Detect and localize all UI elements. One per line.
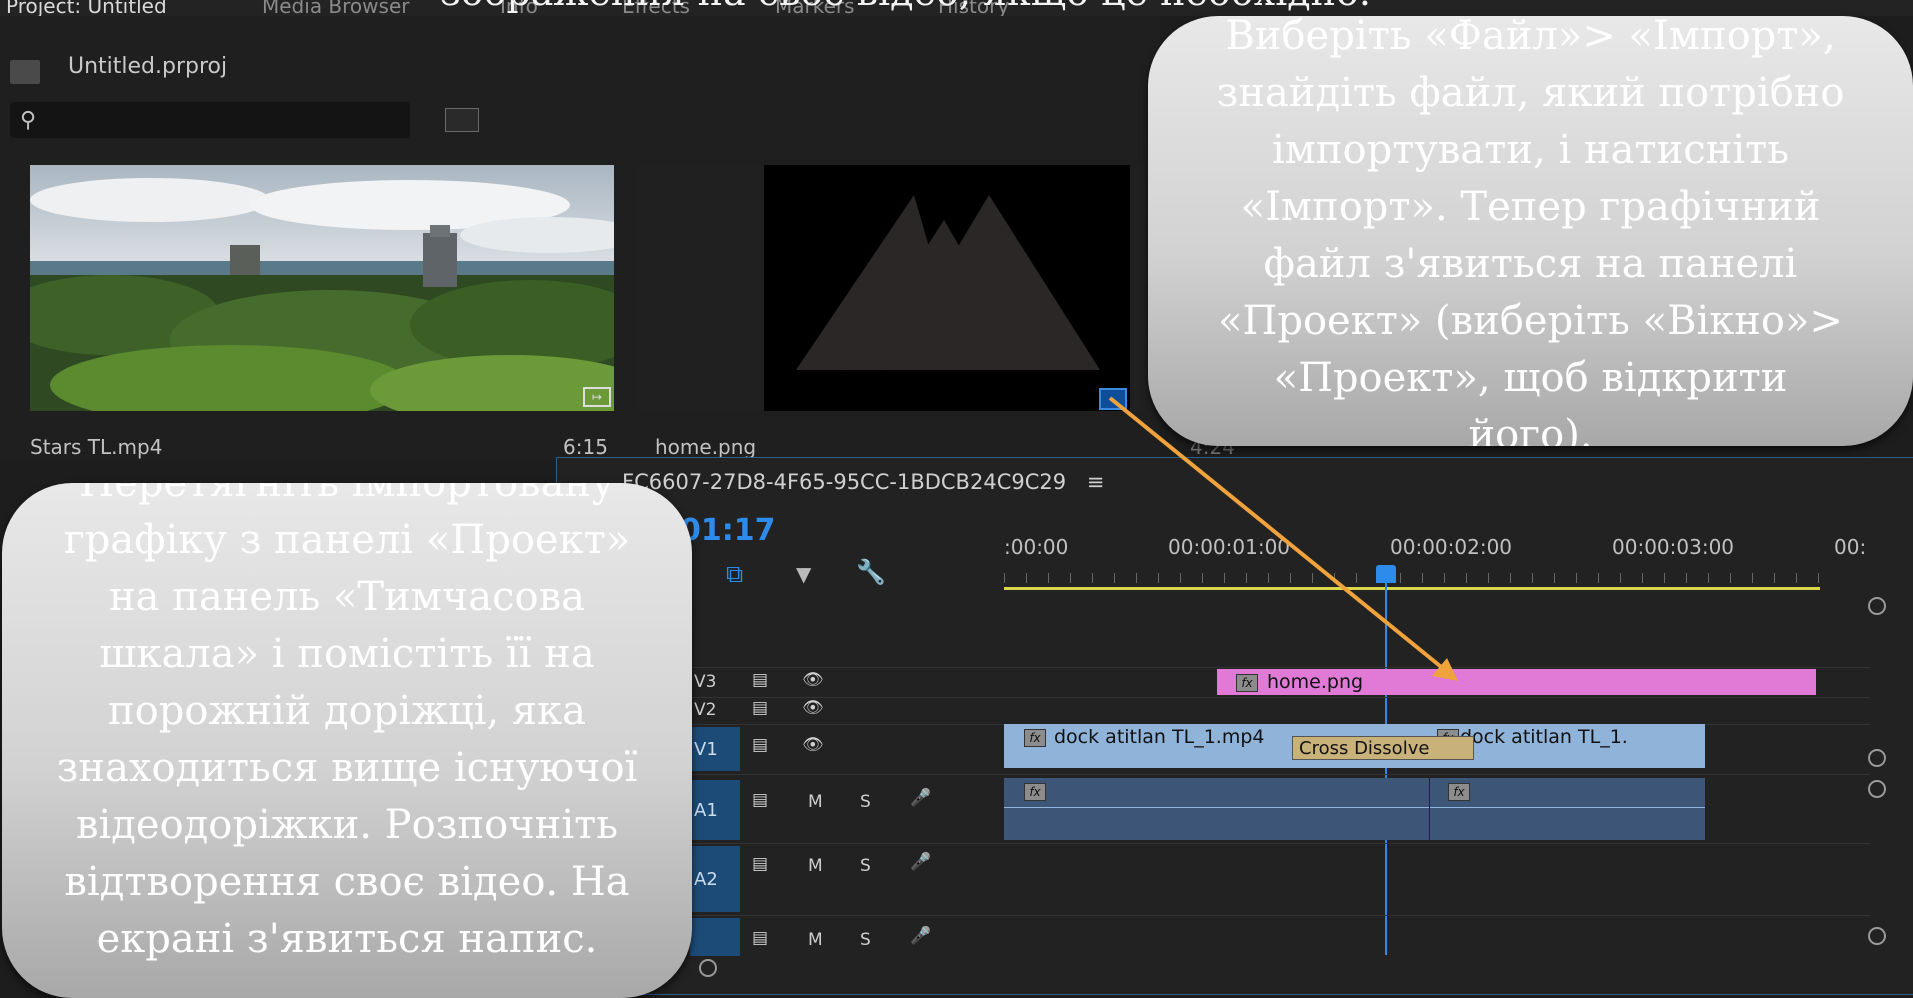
clip-label: home.png: [1267, 671, 1364, 693]
track-divider: [690, 843, 1870, 844]
sequence-name[interactable]: FC6607-27D8-4F65-95CC-1BDCB24C9C29 ≡: [622, 470, 1104, 494]
vertical-zoom-handle[interactable]: [1868, 749, 1886, 767]
track-divider: [690, 697, 1870, 698]
ruler-label: 00:00:02:00: [1390, 535, 1513, 559]
ruler-label: 00:00:03:00: [1612, 535, 1735, 559]
sync-lock-icon[interactable]: ▤: [752, 698, 768, 718]
microphone-icon[interactable]: 🎤: [910, 926, 931, 946]
project-file-name: Untitled.prproj: [68, 54, 228, 79]
callout-text: Перетягніть імпортовану графіку з панелі…: [56, 483, 638, 962]
vertical-zoom-handle[interactable]: [1868, 597, 1886, 615]
mute-button[interactable]: M: [808, 856, 823, 876]
microphone-icon[interactable]: 🎤: [910, 788, 931, 808]
ruler-label: 00:: [1834, 535, 1867, 559]
folder-up-icon[interactable]: [10, 60, 40, 84]
audio-clip-1[interactable]: fx: [1004, 778, 1429, 840]
add-marker-icon[interactable]: ▼: [796, 562, 811, 586]
graphic-clip-home[interactable]: fx home.png: [1217, 669, 1816, 695]
sync-lock-icon[interactable]: ▤: [752, 670, 768, 690]
wrench-icon[interactable]: 🔧: [856, 558, 886, 586]
track-divider: [690, 667, 1870, 668]
clip-thumbnail-stars[interactable]: [30, 165, 614, 411]
track-header-a3[interactable]: [690, 918, 740, 956]
fx-badge: fx: [1024, 729, 1046, 747]
audio-waveform-line: [1430, 807, 1705, 808]
eye-icon[interactable]: 👁: [802, 698, 824, 718]
callout-text: Виберіть «Файл»> «Імпорт», знайдіть файл…: [1216, 16, 1845, 446]
sync-lock-icon[interactable]: ▤: [752, 735, 768, 755]
fx-badge: fx: [1448, 783, 1470, 801]
ruler-ticks: [1004, 573, 1820, 583]
clip-duration: 6:15: [563, 435, 608, 459]
playhead-handle[interactable]: [1376, 565, 1396, 583]
ruler-label: 00:00:01:00: [1168, 535, 1291, 559]
top-instruction-text: зображення на своє відео, якщо це необхі…: [440, 0, 1371, 14]
clip-thumbnail-home[interactable]: [764, 165, 1130, 411]
track-divider: [690, 774, 1870, 775]
eye-icon[interactable]: 👁: [802, 735, 824, 755]
vertical-zoom-handle[interactable]: [1868, 780, 1886, 798]
track-divider: [690, 915, 1870, 916]
clip-label: dock atitlan TL_1.mp4: [1054, 726, 1265, 748]
ruler-label: :00:00: [1004, 535, 1069, 559]
horizontal-zoom-handle[interactable]: [699, 959, 717, 977]
video-clip-icon: ↦: [583, 387, 611, 407]
sync-lock-icon[interactable]: ▤: [752, 928, 768, 948]
mute-button[interactable]: M: [808, 792, 823, 812]
solo-button[interactable]: S: [860, 930, 871, 950]
mute-button[interactable]: M: [808, 930, 823, 950]
audio-waveform-line: [1004, 807, 1429, 808]
track-header-v1[interactable]: V1: [690, 727, 740, 771]
clip-label: dock atitlan TL_1.: [1460, 726, 1628, 748]
find-in-bin-icon[interactable]: [445, 108, 479, 132]
solo-button[interactable]: S: [860, 792, 871, 812]
panel-menu-icon[interactable]: ≡: [1087, 470, 1105, 494]
fx-badge: fx: [1236, 674, 1258, 692]
track-label-v2[interactable]: V2: [694, 700, 716, 720]
solo-button[interactable]: S: [860, 856, 871, 876]
track-header-a2[interactable]: A2: [690, 846, 740, 912]
track-label-v3[interactable]: V3: [694, 672, 716, 692]
microphone-icon[interactable]: 🎤: [910, 852, 931, 872]
project-search-input[interactable]: [10, 102, 410, 138]
sync-lock-icon[interactable]: ▤: [752, 790, 768, 810]
image-clip-icon: [1099, 388, 1127, 410]
instruction-callout-import: Виберіть «Файл»> «Імпорт», знайдіть файл…: [1148, 16, 1913, 446]
transition-cross-dissolve[interactable]: Cross Dissolve: [1292, 736, 1474, 760]
work-area-bar[interactable]: [1004, 587, 1820, 590]
search-icon: ⚲: [20, 108, 37, 133]
instruction-callout-drag: Перетягніть імпортовану графіку з панелі…: [2, 483, 692, 998]
track-header-a1[interactable]: A1: [690, 780, 740, 840]
sync-lock-icon[interactable]: ▤: [752, 854, 768, 874]
vertical-zoom-handle[interactable]: [1868, 927, 1886, 945]
timecode-display[interactable]: 01:17: [680, 513, 776, 548]
eye-icon[interactable]: 👁: [802, 670, 824, 690]
linked-selection-icon[interactable]: ⧉: [726, 560, 743, 588]
time-ruler[interactable]: :00:00 00:00:01:00 00:00:02:00 00:00:03:…: [1004, 535, 1867, 595]
clip-name: Stars TL.mp4: [30, 435, 163, 459]
clip-name: home.png: [655, 435, 757, 459]
audio-clip-2[interactable]: fx: [1430, 778, 1705, 840]
fx-badge: fx: [1024, 783, 1046, 801]
